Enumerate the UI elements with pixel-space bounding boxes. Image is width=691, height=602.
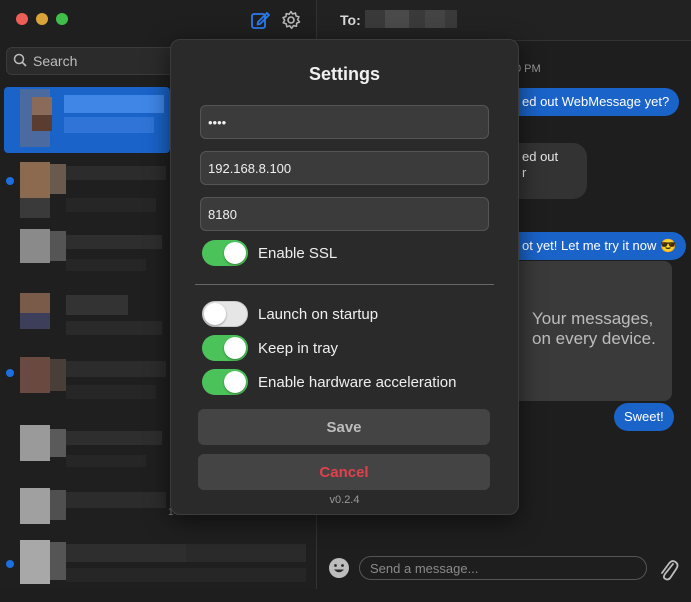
conversation-item[interactable] xyxy=(4,87,170,153)
image-caption-line: on every device. xyxy=(532,329,656,348)
cancel-button[interactable]: Cancel xyxy=(198,454,490,490)
save-button[interactable]: Save xyxy=(198,409,490,445)
paperclip-icon[interactable] xyxy=(657,556,679,582)
close-window-button[interactable] xyxy=(16,13,28,25)
launch-on-startup-label: Launch on startup xyxy=(258,306,379,323)
blurred-avatar xyxy=(20,229,162,271)
message-text: ed out WebMessage yet? xyxy=(522,94,670,109)
blurred-avatar xyxy=(20,89,164,147)
divider xyxy=(195,284,494,285)
search-icon xyxy=(13,53,27,67)
minimize-window-button[interactable] xyxy=(36,13,48,25)
password-field[interactable] xyxy=(200,105,489,139)
message-text: r xyxy=(522,165,527,180)
settings-dialog: Settings Enable SSL Launch on startup Ke… xyxy=(170,39,519,515)
blurred-avatar xyxy=(20,488,166,524)
incoming-message[interactable]: ed out r xyxy=(512,143,587,199)
emoji-icon[interactable] xyxy=(328,557,350,579)
image-caption: Your messages, on every device. xyxy=(532,309,672,349)
keep-in-tray-toggle[interactable] xyxy=(202,335,248,361)
search-input[interactable] xyxy=(31,51,185,71)
blurred-avatar xyxy=(20,357,166,399)
outgoing-message[interactable]: ed out WebMessage yet? xyxy=(512,88,680,116)
unread-dot xyxy=(6,369,14,377)
message-input[interactable] xyxy=(359,556,647,580)
to-label: To: xyxy=(340,12,361,28)
version-label: v0.2.4 xyxy=(329,494,360,506)
blurred-avatar xyxy=(20,162,166,218)
compose-icon[interactable] xyxy=(250,10,270,30)
maximize-window-button[interactable] xyxy=(56,13,68,25)
hardware-acceleration-label: Enable hardware acceleration xyxy=(258,374,457,391)
message-composer xyxy=(317,550,691,589)
host-field[interactable] xyxy=(200,151,489,185)
unread-dot xyxy=(6,560,14,568)
toggle-knob xyxy=(224,371,246,393)
dialog-title: Settings xyxy=(308,64,380,84)
port-field[interactable] xyxy=(200,197,489,231)
blurred-avatar xyxy=(20,540,306,584)
ssl-toggle[interactable] xyxy=(202,240,248,266)
ssl-toggle-label: Enable SSL xyxy=(258,245,338,262)
toggle-knob xyxy=(224,242,246,264)
chat-header: To: xyxy=(317,0,691,41)
toggle-knob xyxy=(204,303,226,325)
message-text: ot yet! Let me try it now 😎 xyxy=(522,238,677,253)
image-message[interactable]: Your messages, on every device. xyxy=(512,261,672,401)
launch-on-startup-toggle[interactable] xyxy=(202,301,248,327)
message-text: Sweet! xyxy=(624,409,664,424)
outgoing-message[interactable]: Sweet! xyxy=(614,403,674,431)
toggle-knob xyxy=(224,337,246,359)
message-text: ed out xyxy=(522,149,559,164)
outgoing-message[interactable]: ot yet! Let me try it now 😎 xyxy=(512,232,687,260)
keep-in-tray-label: Keep in tray xyxy=(258,340,339,357)
unread-dot xyxy=(6,177,14,185)
gear-icon[interactable] xyxy=(281,10,301,30)
image-caption-line: Your messages, xyxy=(532,309,654,328)
blurred-avatar xyxy=(20,293,162,335)
conversation-item[interactable] xyxy=(0,536,316,602)
hardware-acceleration-toggle[interactable] xyxy=(202,369,248,395)
blurred-recipient[interactable] xyxy=(365,10,457,28)
